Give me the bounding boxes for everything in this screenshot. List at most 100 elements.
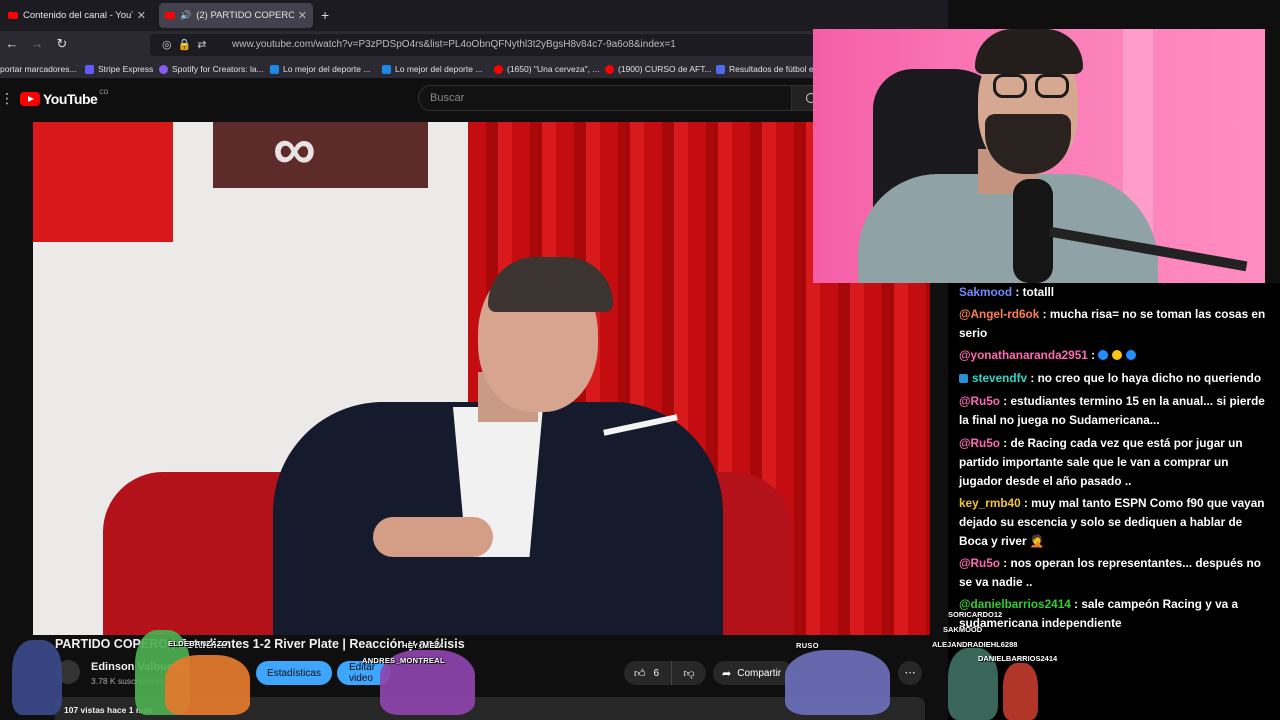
overlay-alert-name: ANDRES_MONTREAL: [362, 656, 445, 665]
cam-microphone: [1013, 179, 1053, 283]
video-backdrop-logo: ∞: [213, 122, 428, 188]
chat-message: stevendfv : no creo que lo haya dicho no…: [959, 369, 1271, 388]
overlay-sprite: [785, 650, 890, 715]
chat-message: @Angel-rd6ok : mucha risa= no se toman l…: [959, 307, 1266, 340]
tab-title: Contenido del canal - YouTube: [23, 10, 133, 21]
close-tab-icon[interactable]: ✕: [133, 9, 146, 22]
search-input[interactable]: [419, 86, 791, 110]
chat-username[interactable]: stevendfv: [972, 371, 1027, 385]
bookmarks-bar: portar marcadores... Stripe Express Spot…: [0, 59, 948, 79]
youtube-favicon-icon: [8, 12, 18, 19]
tab-video[interactable]: 🔊 (2) PARTIDO COPERO | Estu ✕: [159, 3, 313, 28]
browser-window: Contenido del canal - YouTube ✕ 🔊 (2) PA…: [0, 0, 948, 720]
chat-username[interactable]: @Ru5o: [959, 394, 1000, 408]
overlay-sprite: [12, 640, 62, 715]
bookmark-item[interactable]: Resultados de fútbol e...: [716, 64, 821, 74]
overlay-alert-name: RUSO: [796, 641, 819, 650]
chat-message: @Ru5o : de Racing cada vez que está por …: [959, 436, 1243, 488]
bookmark-label: (1900) CURSO de AFT...: [618, 64, 712, 74]
bookmark-item[interactable]: portar marcadores...: [0, 64, 77, 74]
backdrop-logo-glyph: ∞: [273, 122, 322, 182]
chat-username[interactable]: Sakmood: [959, 285, 1012, 299]
chat-message: @Ru5o : estudiantes termino 15 en la anu…: [959, 394, 1265, 427]
bookmark-item[interactable]: Lo mejor del deporte ...: [270, 64, 370, 74]
youtube-icon: [494, 64, 503, 74]
video-backdrop-red-block: [33, 122, 173, 242]
tab-channel-content[interactable]: Contenido del canal - YouTube ✕: [2, 3, 152, 28]
chat-message: @yonathanaranda2951 :: [959, 346, 1271, 365]
logo-text: YouTube: [43, 91, 98, 107]
bookmark-item[interactable]: Stripe Express: [85, 64, 153, 74]
cam-streamer-hair: [975, 29, 1083, 74]
tab-title: (2) PARTIDO COPERO | Estu: [196, 10, 294, 21]
chat-message: key_rmb40 : muy mal tanto ESPN Como f90 …: [959, 496, 1265, 548]
youtube-header: ⋮ YouTube CO: [0, 80, 948, 118]
chat-username[interactable]: @danielbarrios2414: [959, 597, 1071, 611]
live-chat: Sakmood : totalll @Angel-rd6ok : mucha r…: [932, 283, 1280, 720]
reload-icon[interactable]: ↻: [53, 36, 71, 52]
youtube-play-icon: [20, 92, 40, 106]
spotify-icon: [159, 64, 168, 74]
bookmark-item[interactable]: Spotify for Creators: la...: [159, 64, 264, 74]
overlay-sprite: [165, 655, 250, 715]
bookmark-label: portar marcadores...: [0, 64, 77, 74]
member-badge-icon: [959, 374, 968, 383]
like-dislike-group: 👍︎ 6 👎︎: [624, 661, 706, 685]
stripe-icon: [85, 64, 94, 74]
chat-username[interactable]: @Angel-rd6ok: [959, 307, 1039, 321]
url-text[interactable]: www.youtube.com/watch?v=P3zPDSpO4rs&list…: [232, 39, 676, 50]
chat-username[interactable]: @Ru5o: [959, 556, 1000, 570]
chat-username[interactable]: @Ru5o: [959, 436, 1000, 450]
speaker-icon[interactable]: 🔊: [180, 10, 191, 21]
search-box[interactable]: [418, 85, 792, 111]
stats-button[interactable]: Estadísticas: [256, 661, 332, 685]
bookmark-label: Lo mejor del deporte ...: [283, 64, 371, 74]
bookmark-label: Spotify for Creators: la...: [172, 64, 264, 74]
video-host-hands: [373, 517, 493, 557]
bookmark-label: Resultados de fútbol e...: [729, 64, 821, 74]
overlay-alert-name: DANIELBARRIOS2414: [978, 654, 1058, 663]
youtube-icon: [605, 64, 614, 74]
bookmark-item[interactable]: (1900) CURSO de AFT...: [605, 64, 712, 74]
site-icon: [716, 64, 725, 74]
region-code: CO: [99, 90, 109, 96]
chat-username[interactable]: @yonathanaranda2951: [959, 348, 1088, 362]
like-button[interactable]: 👍︎ 6: [624, 661, 672, 685]
youtube-logo[interactable]: YouTube CO: [20, 90, 109, 107]
site-icon: [382, 64, 391, 74]
close-tab-icon[interactable]: ✕: [294, 9, 307, 22]
emote-icon: [1112, 350, 1123, 360]
emote-icon: [1098, 350, 1109, 360]
dislike-button[interactable]: 👎︎: [672, 667, 706, 680]
bookmark-label: Lo mejor del deporte ...: [395, 64, 483, 74]
share-button[interactable]: ➦ Compartir: [713, 661, 793, 685]
like-count: 6: [653, 667, 660, 679]
menu-icon[interactable]: ⋮: [0, 90, 14, 107]
thumbs-up-icon: 👍︎: [634, 667, 646, 680]
youtube-favicon-icon: [165, 12, 175, 19]
back-arrow-icon[interactable]: ←: [3, 36, 21, 51]
chat-text: nos operan los representantes... después…: [959, 556, 1261, 589]
emote-icon: [1126, 350, 1137, 360]
security-icons[interactable]: ◎🔒⇄: [162, 38, 213, 51]
bookmark-label: (1650) "Una cerveza", ...: [507, 64, 600, 74]
forward-arrow-icon[interactable]: →: [28, 36, 46, 51]
share-label: Compartir: [737, 667, 782, 679]
webcam-feed: [813, 29, 1265, 283]
more-options-icon[interactable]: ⋯: [898, 661, 922, 685]
chat-username[interactable]: key_rmb40: [959, 496, 1021, 510]
chat-text: de Racing cada vez que está por jugar un…: [959, 436, 1243, 488]
bookmark-label: Stripe Express: [98, 64, 154, 74]
navigation-bar: ← → ↻ ◎🔒⇄ www.youtube.com/watch?v=P3zPDS…: [0, 31, 948, 59]
overlay-alert-name: HEY_ME24: [402, 641, 444, 650]
overlay-alert-name: SORICARDO12: [948, 610, 1003, 619]
chat-message: @danielbarrios2414 : sale campeón Racing…: [959, 597, 1239, 630]
screen: Contenido del canal - YouTube ✕ 🔊 (2) PA…: [0, 0, 1280, 720]
share-arrow-icon: ➦: [722, 667, 732, 680]
overlay-alert-name: ELDEBANZAZO: [168, 639, 228, 648]
bookmark-item[interactable]: (1650) "Una cerveza", ...: [494, 64, 600, 74]
bookmark-item[interactable]: Lo mejor del deporte ...: [382, 64, 482, 74]
new-tab-icon[interactable]: +: [321, 7, 329, 23]
chat-text: estudiantes termino 15 en la anual... si…: [959, 394, 1265, 427]
video-player[interactable]: ∞: [33, 122, 930, 635]
